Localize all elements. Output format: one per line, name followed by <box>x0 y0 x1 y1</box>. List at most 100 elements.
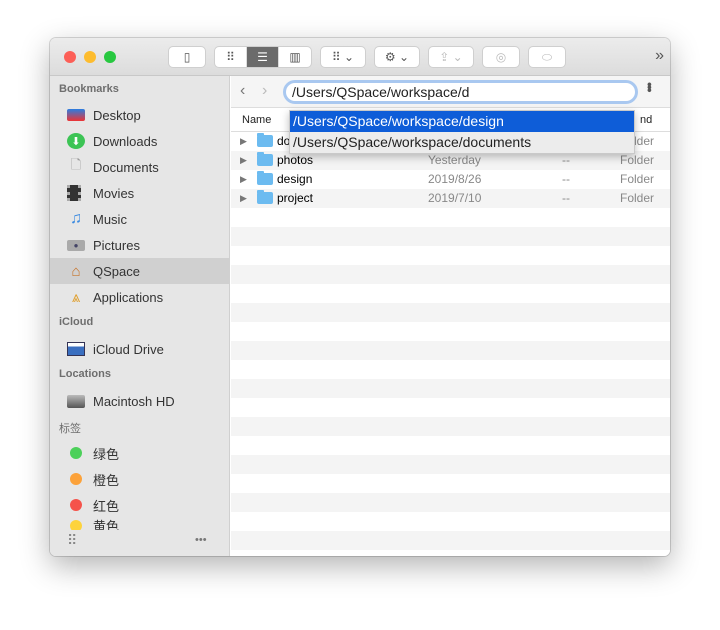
sidebar-item-label: Movies <box>93 185 135 201</box>
more-button[interactable]: ••• <box>195 534 207 546</box>
sidebar-item-label: Applications <box>93 289 164 305</box>
section-locations: Locations <box>59 368 111 380</box>
action-button[interactable]: ⚙ ⌄ <box>374 46 420 68</box>
sidebar-item-pictures[interactable]: ● Pictures <box>50 232 230 258</box>
music-icon: ♫ <box>70 210 82 227</box>
airdrop-icon: ◎ <box>495 50 507 64</box>
group-icon: ⠿ ⌄ <box>331 50 355 64</box>
documents-icon: 🗋 <box>70 157 82 172</box>
sidebar-item-label: Downloads <box>93 133 158 149</box>
sidebar-item-applications[interactable]: ⩓ Applications <box>50 284 230 310</box>
finder-window: ▯ ⠿ ☰ ▥ ⠿ ⌄ ⚙ ⌄ ⇪ ⌄ ◎ ⬭ » Bookmarks Desk… <box>50 38 670 556</box>
sidebar-item-tag-red[interactable]: 红色 <box>50 492 230 518</box>
close-button[interactable] <box>64 51 76 63</box>
file-date: 2019/7/10 <box>428 191 482 205</box>
sidebar-item-label: Pictures <box>93 237 140 253</box>
folder-icon <box>257 190 273 204</box>
airdrop-button[interactable]: ◎ <box>482 46 520 68</box>
tag-icon: ⬭ <box>541 49 553 64</box>
grid-icon[interactable]: ⠿ <box>67 532 77 549</box>
tag-dot-icon <box>70 499 82 511</box>
folder-icon <box>257 133 273 147</box>
file-list: ▶ do Folder ▶ photos Yesterday -- Folder ▶ desi… <box>231 132 670 556</box>
hard-drive-icon <box>67 394 85 408</box>
column-kind[interactable]: nd <box>640 114 652 126</box>
group-button[interactable]: ⠿ ⌄ <box>320 46 366 68</box>
sidebar-item-label: 橙色 <box>93 472 120 488</box>
path-input[interactable] <box>283 80 638 104</box>
disclosure-triangle-icon[interactable]: ▶ <box>240 189 247 208</box>
forward-button[interactable]: › <box>262 82 267 100</box>
autocomplete-option[interactable]: /Users/QSpace/workspace/design <box>290 111 634 132</box>
column-view-button[interactable]: ▥ <box>279 47 311 67</box>
sidebar-toggle-button[interactable]: ▯ <box>168 46 206 68</box>
downloads-icon: ⬇ <box>67 133 85 149</box>
back-button[interactable]: ‹ <box>240 82 245 100</box>
file-size: -- <box>562 172 570 186</box>
file-date: 2019/8/26 <box>428 172 482 186</box>
icloud-drive-icon <box>67 342 85 356</box>
toolbar: ▯ ⠿ ☰ ▥ ⠿ ⌄ ⚙ ⌄ ⇪ ⌄ ◎ ⬭ » <box>50 38 670 76</box>
share-button[interactable]: ⇪ ⌄ <box>428 46 474 68</box>
tag-button[interactable]: ⬭ <box>528 46 566 68</box>
file-kind: Folder <box>620 172 655 186</box>
view-mode-segment: ⠿ ☰ ▥ <box>214 46 312 68</box>
file-row[interactable]: ▶ design 2019/8/26 -- Folder <box>231 170 670 189</box>
sidebar-item-tag-green[interactable]: 绿色 <box>50 440 230 466</box>
sidebar-item-movies[interactable]: Movies <box>50 180 230 206</box>
sidebar-item-macintosh-hd[interactable]: Macintosh HD <box>50 388 230 414</box>
pictures-icon: ● <box>67 239 85 251</box>
section-tags: 标签 <box>59 423 81 435</box>
sidebar: Bookmarks Desktop ⬇ Downloads 🗋 Documents … <box>50 76 230 556</box>
column-name[interactable]: Name <box>242 114 271 126</box>
folder-icon <box>257 171 273 185</box>
sidebar-icon: ▯ <box>183 50 191 64</box>
share-icon: ⇪ ⌄ <box>439 50 463 64</box>
disclosure-triangle-icon[interactable]: ▶ <box>240 151 247 170</box>
sidebar-item-documents[interactable]: 🗋 Documents <box>50 154 230 180</box>
movies-icon <box>67 185 81 201</box>
applications-icon: ⩓ <box>71 288 81 306</box>
path-bar: ‹ › ••• <box>231 76 670 108</box>
sidebar-item-label: 黄色 <box>93 519 120 530</box>
tag-dot-icon <box>70 447 82 459</box>
minimize-button[interactable] <box>84 51 96 63</box>
gear-icon: ⚙ ⌄ <box>384 50 410 64</box>
sidebar-item-label: 绿色 <box>93 446 120 462</box>
sidebar-item-downloads[interactable]: ⬇ Downloads <box>50 128 230 154</box>
sidebar-item-label: Music <box>93 211 127 227</box>
toolbar-overflow-button[interactable]: » <box>655 47 664 65</box>
sidebar-item-tag-yellow[interactable]: 黄色 <box>50 518 230 530</box>
sidebar-item-label: Documents <box>93 159 159 175</box>
sidebar-item-label: iCloud Drive <box>93 341 164 357</box>
file-name: design <box>277 172 313 186</box>
file-size: -- <box>562 191 570 205</box>
disclosure-triangle-icon[interactable]: ▶ <box>240 170 247 189</box>
more-options-icon[interactable]: ••• <box>642 82 658 91</box>
autocomplete-dropdown: /Users/QSpace/workspace/design /Users/QS… <box>289 110 635 154</box>
sidebar-item-label: Macintosh HD <box>93 393 175 409</box>
file-name: project <box>277 191 314 205</box>
sidebar-item-icloud-drive[interactable]: iCloud Drive <box>50 336 230 362</box>
section-bookmarks: Bookmarks <box>59 83 119 95</box>
sidebar-item-music[interactable]: ♫ Music <box>50 206 230 232</box>
list-view-button[interactable]: ☰ <box>247 47 279 67</box>
file-browser: ‹ › ••• Name nd ▶doFolder ▶photosYesterd… <box>231 76 670 556</box>
zoom-button[interactable] <box>104 51 116 63</box>
sidebar-item-tag-orange[interactable]: 橙色 <box>50 466 230 492</box>
desktop-icon <box>67 109 85 121</box>
sidebar-item-qspace[interactable]: ⌂ QSpace <box>50 258 230 284</box>
sidebar-item-label: 红色 <box>93 498 120 514</box>
sidebar-item-desktop[interactable]: Desktop <box>50 102 230 128</box>
tag-dot-icon <box>70 520 82 530</box>
autocomplete-option[interactable]: /Users/QSpace/workspace/documents <box>290 132 634 153</box>
file-row[interactable]: ▶ project 2019/7/10 -- Folder <box>231 189 670 208</box>
section-icloud: iCloud <box>59 316 94 328</box>
tag-dot-icon <box>70 473 82 485</box>
file-kind: Folder <box>620 191 655 205</box>
sidebar-footer: ⠿ ••• <box>50 530 229 556</box>
sidebar-item-label: Desktop <box>93 107 141 123</box>
icon-view-button[interactable]: ⠿ <box>215 47 247 67</box>
folder-icon <box>257 152 273 166</box>
disclosure-triangle-icon[interactable]: ▶ <box>240 132 247 151</box>
